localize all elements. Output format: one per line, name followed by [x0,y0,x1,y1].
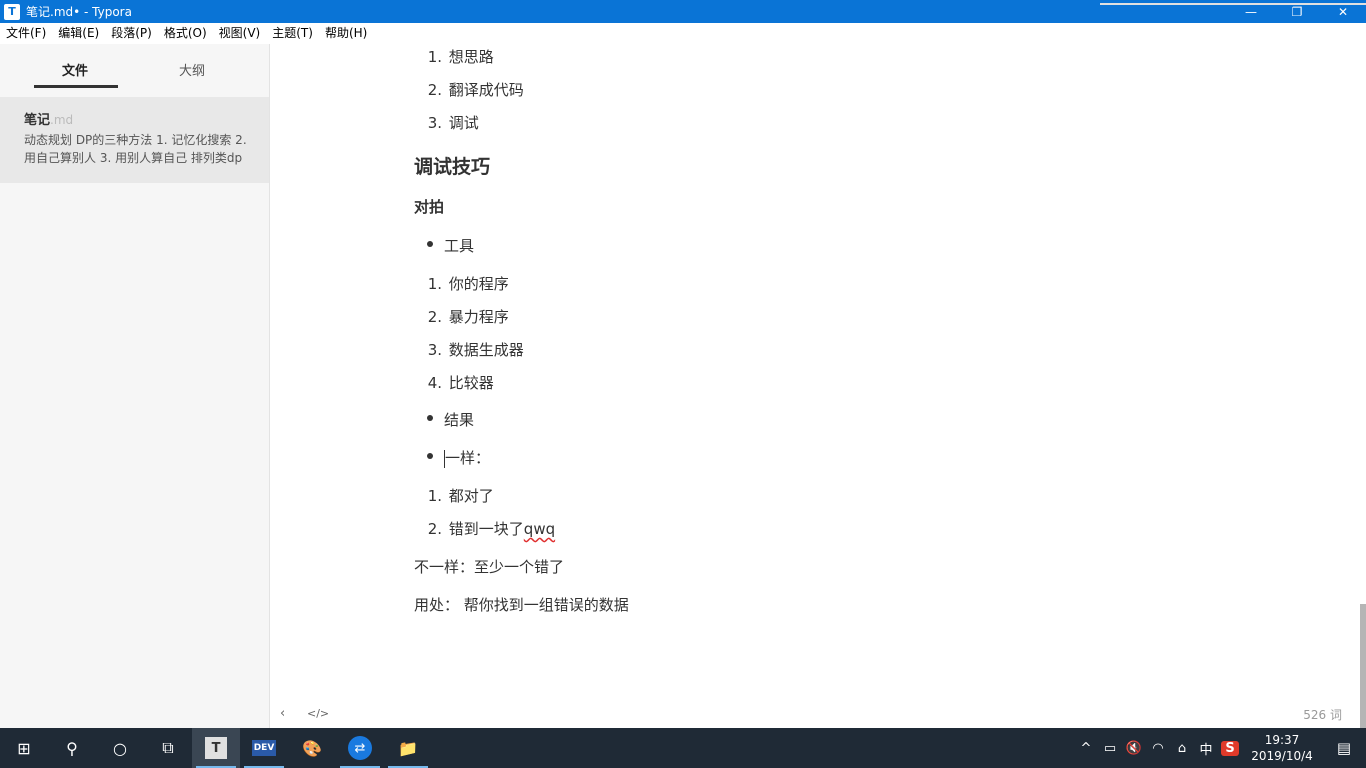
search-icon[interactable]: ⚲ [48,728,96,768]
list-item: 3. 数据生成器 [424,339,524,360]
window-controls: — ❐ ✕ [1228,0,1366,23]
bullet-dot [427,415,433,421]
editor-area[interactable]: 1. 想思路 2. 翻译成代码 3. 调试 调试技巧 对拍 工具 1. 你的程序… [270,44,1360,700]
paragraph-usage: 用处： 帮你找到一组错误的数据 [414,596,629,614]
file-name-text: 笔记 [24,113,51,128]
list-item: 1. 都对了 [424,485,494,506]
teamviewer-icon-glyph: ⇄ [348,736,372,760]
notification-center-icon[interactable]: ▤ [1322,739,1366,757]
file-list-item[interactable]: 笔记.md 动态规划 DP的三种方法 1. 记忆化搜索 2. 用自己算别人 3.… [0,97,269,183]
menu-edit[interactable]: 编辑(E) [52,23,105,44]
menu-format[interactable]: 格式(O) [158,23,213,44]
clock[interactable]: 19:37 2019/10/4 [1242,732,1322,764]
list-number: 4. [427,374,442,392]
ime-indicator[interactable]: 中 [1194,739,1218,758]
list-item-text: 都对了 [448,487,494,505]
file-extension: .md [50,113,74,127]
list-number: 1. [427,275,442,293]
start-button[interactable]: ⊞ [0,728,48,768]
restore-button[interactable]: ❐ [1274,0,1320,23]
list-item-text: 翻译成代码 [448,81,524,99]
list-item-text: 比较器 [448,374,494,392]
system-tray: ^ ▭ 🔇 ◠ ⌂ 中 S 19:37 2019/10/4 ▤ [1074,728,1366,768]
bullet-item-same: 一样： [444,447,490,468]
list-item: 2. 暴力程序 [424,306,509,327]
editor-scrollbar[interactable] [1360,44,1366,728]
heading-debug-tips: 调试技巧 [414,156,491,178]
devcpp-taskbar-icon[interactable]: DEV [240,728,288,768]
minimize-button[interactable]: — [1228,0,1274,23]
list-number: 1. [427,48,442,66]
list-item-text: 错到一块了 [448,520,524,538]
bullet-item-tools: 工具 [444,237,475,255]
spellcheck-word[interactable]: qwq [524,520,555,538]
tab-files[interactable]: 文件 [62,60,88,79]
menu-paragraph[interactable]: 段落(P) [105,23,158,44]
file-explorer-taskbar-icon[interactable]: 📁 [384,728,432,768]
menu-theme[interactable]: 主题(T) [266,23,319,44]
list-item-text: 数据生成器 [448,341,524,359]
usb-icon[interactable]: ⌂ [1170,741,1194,756]
toggle-sidebar-button[interactable]: ‹ [280,706,285,721]
menu-bar: 文件(F) 编辑(E) 段落(P) 格式(O) 视图(V) 主题(T) 帮助(H… [0,23,1366,44]
clock-time: 19:37 [1264,733,1300,747]
taskbar: ⊞ ⚲ ○ ⧉ T DEV 🎨 ⇄ 📁 ^ ▭ 🔇 ◠ ⌂ 中 S 19:37 … [0,728,1366,768]
battery-icon[interactable]: ▭ [1098,741,1122,756]
typora-app-icon: T [4,3,20,20]
close-button[interactable]: ✕ [1320,0,1366,23]
menu-view[interactable]: 视图(V) [213,23,267,44]
paragraph-different: 不一样：至少一个错了 [414,558,565,576]
file-name: 笔记.md [24,109,269,128]
list-item: 1. 想思路 [424,46,494,67]
list-item-text: 你的程序 [448,275,509,293]
subheading-duipai: 对拍 [414,198,445,216]
list-number: 3. [427,341,442,359]
list-number: 2. [427,520,442,538]
tab-outline[interactable]: 大纲 [179,60,205,79]
task-view-icon[interactable]: ⧉ [144,728,192,768]
volume-icon[interactable]: 🔇 [1122,741,1146,756]
list-item-text: 暴力程序 [448,308,509,326]
list-item: 1. 你的程序 [424,273,509,294]
list-item-text: 调试 [448,114,479,132]
title-bar: T 笔记.md• - Typora — ❐ ✕ [0,0,1366,23]
teamviewer-taskbar-icon[interactable]: ⇄ [336,728,384,768]
bullet-dot [427,453,433,459]
list-item: 2. 翻译成代码 [424,79,524,100]
word-count[interactable]: 526 词 [1303,706,1342,723]
typora-taskbar-letter: T [205,737,227,759]
wifi-icon[interactable]: ◠ [1146,741,1170,756]
list-item: 3. 调试 [424,112,479,133]
devcpp-icon-label: DEV [251,740,277,756]
list-item: 4. 比较器 [424,372,494,393]
list-number: 2. [427,81,442,99]
clock-date: 2019/10/4 [1251,749,1313,763]
show-hidden-icons-icon[interactable]: ^ [1074,741,1098,756]
window-title: 笔记.md• - Typora [26,5,132,19]
bullet-item-result: 结果 [444,411,475,429]
list-number: 3. [427,114,442,132]
editor-footer: ‹ </> 526 词 [270,700,1366,728]
source-mode-button[interactable]: </> [307,707,329,720]
sidebar: 文件 大纲 笔记.md 动态规划 DP的三种方法 1. 记忆化搜索 2. 用自己… [0,44,270,728]
sidebar-tabs: 文件 大纲 [0,44,269,97]
list-number: 2. [427,308,442,326]
list-item: 2. 错到一块了qwq [424,518,555,539]
bullet-dot [427,241,433,247]
list-number: 1. [427,487,442,505]
list-item-text: 想思路 [448,48,494,66]
bullet-item-same-text: 一样： [445,449,491,467]
active-tab-indicator [34,85,118,88]
file-preview: 动态规划 DP的三种方法 1. 记忆化搜索 2. 用自己算别人 3. 用别人算自… [24,133,247,165]
cortana-icon[interactable]: ○ [96,728,144,768]
sogou-input-icon[interactable]: S [1221,740,1239,756]
paint-taskbar-icon[interactable]: 🎨 [288,728,336,768]
menu-help[interactable]: 帮助(H) [319,23,373,44]
typora-taskbar-icon[interactable]: T [192,728,240,768]
menu-file[interactable]: 文件(F) [0,23,52,44]
